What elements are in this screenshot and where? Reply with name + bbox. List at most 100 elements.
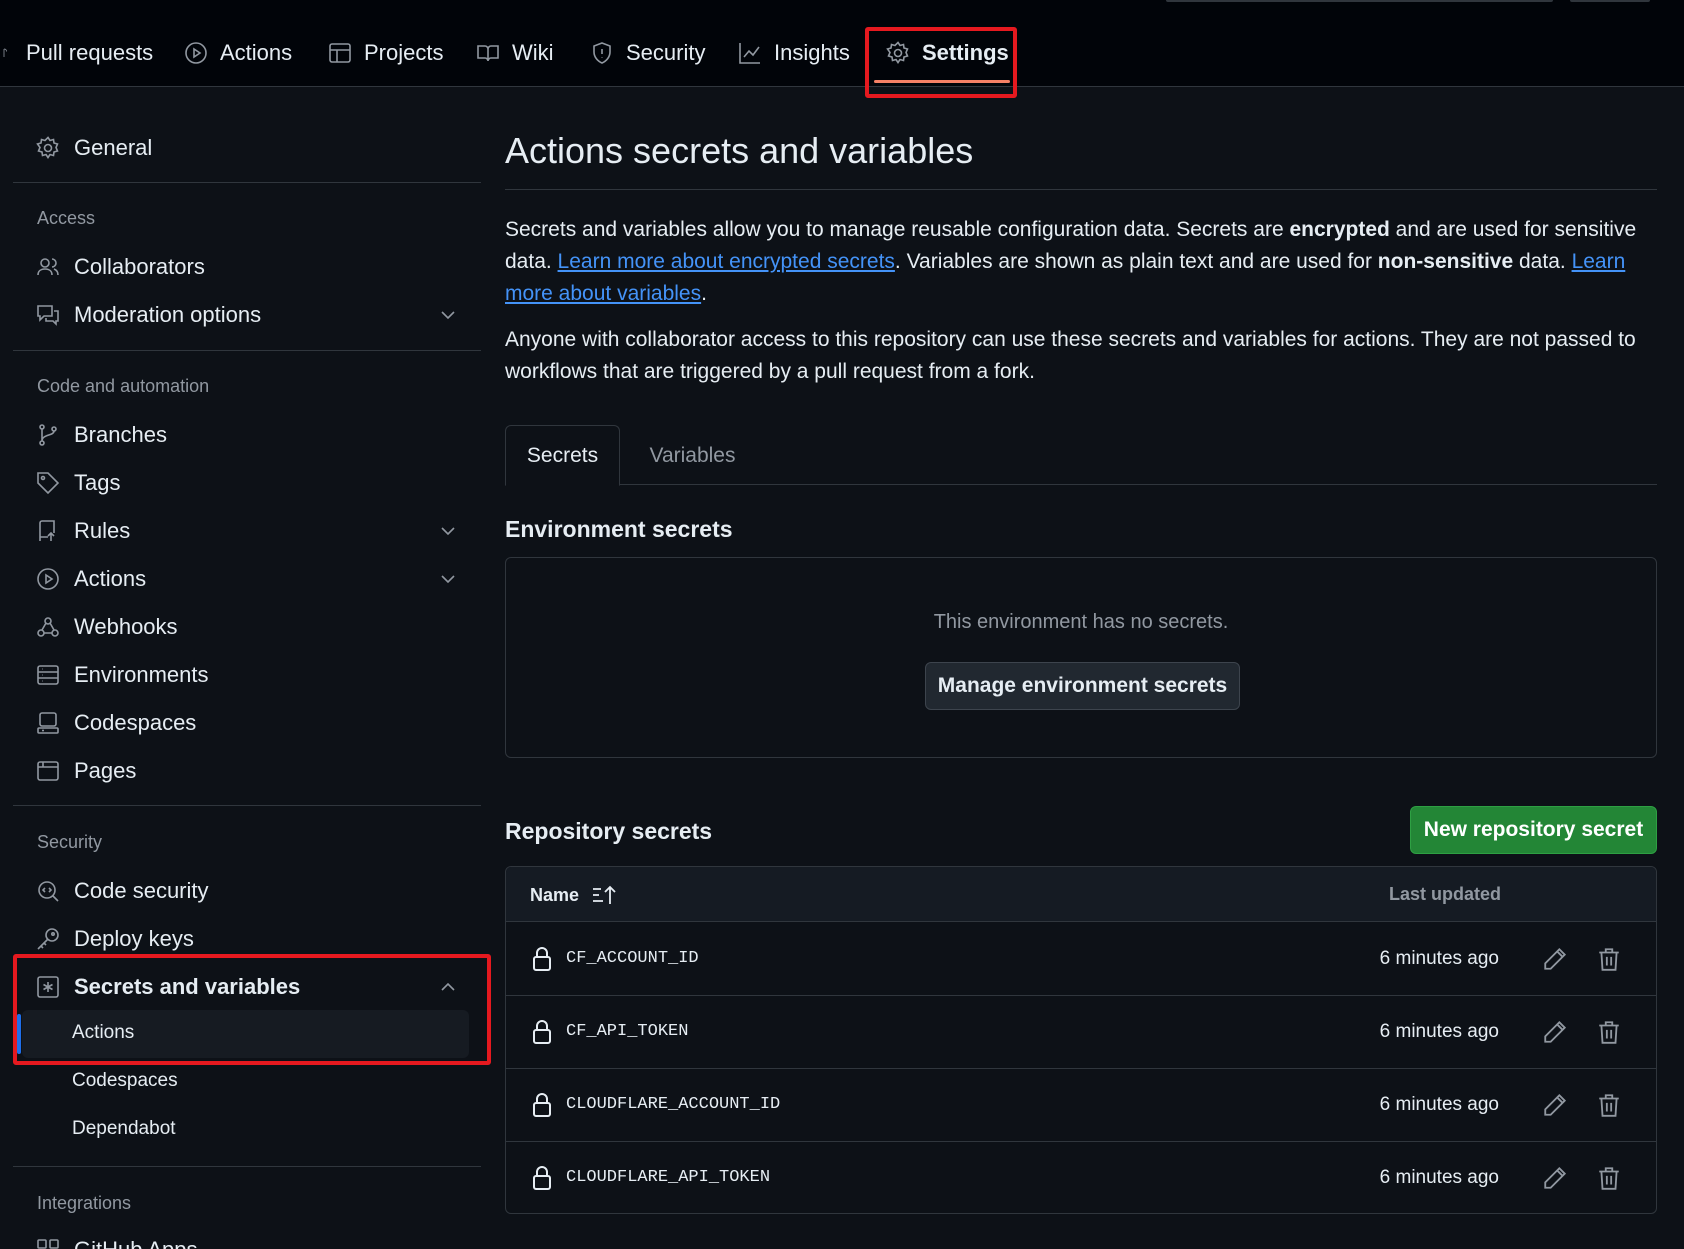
chevron-down-icon (441, 527, 455, 536)
repo-push-icon (39, 520, 55, 541)
header-button-edge (1570, 0, 1650, 2)
environment-empty-message: This environment has no secrets. (933, 611, 1229, 633)
page-title: Actions secrets and variables (505, 130, 974, 171)
chevron-down-icon (441, 311, 455, 320)
comment-discussion-icon (37, 305, 59, 326)
play-circle-icon (185, 42, 207, 64)
new-repository-secret-button[interactable]: New repository secret (1410, 806, 1657, 854)
sidebar-item-tags[interactable]: Tags (36, 461, 120, 505)
tab-pull-requests[interactable]: Pull requests (2, 33, 153, 73)
shield-icon (593, 42, 611, 64)
play-circle-icon (37, 568, 59, 590)
secret-updated: 6 minutes ago (1379, 1094, 1499, 1115)
book-icon (477, 45, 499, 62)
settings-highlight-box (865, 27, 1017, 98)
people-icon (37, 258, 59, 276)
sidebar-heading-security: Security (37, 832, 103, 852)
environment-secrets-box: This environment has no secrets. Manage … (505, 557, 1657, 758)
sidebar-item-code-security[interactable]: Code security (36, 869, 209, 913)
sidebar-item-collaborators[interactable]: Collaborators (36, 245, 205, 289)
sidebar-item-moderation[interactable]: Moderation options (36, 293, 455, 337)
webhook-icon (37, 617, 59, 637)
table-row: CF_ACCOUNT_ID 6 minutes ago (506, 923, 1656, 996)
sidebar-item-general[interactable]: General (36, 126, 152, 170)
tab-wiki[interactable]: Wiki (476, 33, 554, 73)
pencil-icon[interactable] (1542, 1019, 1568, 1045)
secret-name: CF_API_TOKEN (566, 1022, 689, 1041)
column-updated-header: Last updated (1389, 884, 1502, 904)
tab-secrets[interactable]: Secrets (505, 425, 620, 486)
search-box-edge (1166, 0, 1553, 2)
table-row: CLOUDFLARE_API_TOKEN 6 minutes ago (506, 1142, 1656, 1213)
codescan-icon (38, 881, 59, 902)
environment-secrets-heading: Environment secrets (505, 516, 733, 542)
sidebar-item-actions[interactable]: Actions (36, 557, 455, 601)
repository-secrets-table: Name Last updated CF_ACCOUNT_ID 6 minute… (505, 866, 1657, 1214)
secrets-highlight-box (13, 954, 491, 1065)
column-name-header[interactable]: Name (530, 884, 617, 906)
key-icon (37, 928, 59, 950)
browser-icon (37, 761, 59, 781)
intro-paragraph: Secrets and variables allow you to manag… (505, 218, 1637, 305)
sidebar-divider (13, 350, 481, 351)
graph-icon (739, 43, 760, 64)
lock-icon (533, 947, 551, 971)
pencil-icon[interactable] (1542, 1165, 1568, 1191)
tab-variables[interactable]: Variables (635, 425, 750, 486)
pull-request-icon (3, 48, 7, 57)
table-header: Name Last updated (506, 867, 1656, 922)
sidebar-item-codespaces[interactable]: Codespaces (36, 701, 196, 745)
tab-security[interactable]: Security (590, 33, 705, 73)
trash-icon[interactable] (1596, 1019, 1622, 1045)
secret-updated: 6 minutes ago (1379, 948, 1499, 969)
lock-icon (533, 1166, 551, 1190)
access-note-paragraph: Anyone with collaborator access to this … (505, 328, 1636, 383)
apps-icon (37, 1239, 59, 1249)
table-icon (329, 43, 351, 63)
secret-name: CLOUDFLARE_API_TOKEN (566, 1168, 771, 1187)
title-divider (505, 189, 1657, 190)
sidebar-heading-code: Code and automation (37, 376, 210, 396)
secret-name: CF_ACCOUNT_ID (566, 949, 699, 968)
lock-icon (533, 1020, 551, 1044)
trash-icon[interactable] (1596, 946, 1622, 972)
codespaces-icon (37, 712, 59, 734)
secrets-tabs: Secrets Variables (505, 425, 1657, 486)
sidebar-subitem-dependabot[interactable]: Dependabot (72, 1118, 176, 1140)
repo-nav: Pull requests Actions Projects Wiki Secu… (0, 0, 1684, 87)
sort-ascending-icon (593, 885, 616, 904)
learn-encrypted-secrets-link[interactable]: Learn more about encrypted secrets (558, 250, 895, 273)
secret-updated: 6 minutes ago (1379, 1021, 1499, 1042)
tag-icon (37, 472, 60, 495)
sidebar-item-webhooks[interactable]: Webhooks (36, 605, 178, 649)
tab-projects[interactable]: Projects (328, 33, 443, 73)
manage-environment-secrets-button[interactable]: Manage environment secrets (925, 662, 1240, 710)
tab-actions[interactable]: Actions (184, 33, 292, 73)
sidebar-item-pages[interactable]: Pages (36, 749, 136, 793)
secret-updated: 6 minutes ago (1379, 1167, 1499, 1188)
table-row: CF_API_TOKEN 6 minutes ago (506, 996, 1656, 1069)
sidebar-heading-integrations: Integrations (37, 1193, 132, 1213)
pencil-icon[interactable] (1542, 946, 1568, 972)
repository-secrets-heading: Repository secrets (505, 818, 713, 844)
sidebar-item-environments[interactable]: Environments (36, 653, 209, 697)
sidebar-divider (13, 1166, 481, 1167)
trash-icon[interactable] (1596, 1092, 1622, 1118)
sidebar-divider (13, 805, 481, 806)
tab-insights[interactable]: Insights (738, 33, 850, 73)
pencil-icon[interactable] (1542, 1092, 1568, 1118)
table-row: CLOUDFLARE_ACCOUNT_ID 6 minutes ago (506, 1069, 1656, 1142)
lock-icon (533, 1093, 551, 1117)
sidebar-item-branches[interactable]: Branches (36, 413, 167, 457)
trash-icon[interactable] (1596, 1165, 1622, 1191)
sidebar-divider (13, 182, 481, 183)
sidebar-subitem-codespaces[interactable]: Codespaces (72, 1070, 178, 1092)
git-branch-icon (39, 424, 57, 446)
sidebar-item-github-apps[interactable]: GitHub Apps (36, 1228, 198, 1249)
secret-name: CLOUDFLARE_ACCOUNT_ID (566, 1095, 781, 1114)
sidebar-heading-access: Access (37, 208, 96, 228)
chevron-down-icon (441, 575, 455, 584)
sidebar-item-rules[interactable]: Rules (36, 509, 455, 553)
server-icon (37, 665, 59, 685)
gear-icon (36, 136, 59, 159)
